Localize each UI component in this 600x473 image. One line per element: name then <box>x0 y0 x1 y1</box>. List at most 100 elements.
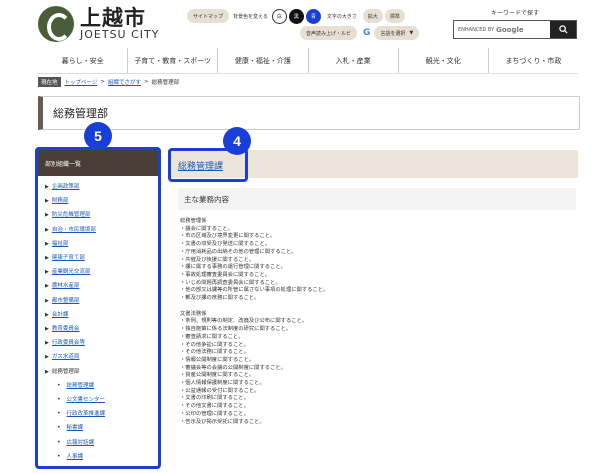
nav-item-bidding[interactable]: 入札・産業 <box>309 48 399 73</box>
sidebar-link[interactable]: 会計課 <box>52 308 69 322</box>
sidebar-item[interactable]: ▶ ガス水道局 <box>45 350 158 364</box>
triangle-right-icon: ▶ <box>45 283 49 290</box>
nav-item-childcare[interactable]: 子育て・教育・スポーツ <box>128 48 219 73</box>
bg-blue-button[interactable]: 青 <box>305 8 321 24</box>
duty-item: ・市の区域及び境界変更に関すること。 <box>180 233 276 240</box>
bullet-icon: • <box>57 396 61 404</box>
duty-item: ・条例、規則等の制定、改廃及び公布に関すること。 <box>180 318 308 325</box>
triangle-right-icon: ▶ <box>45 212 49 219</box>
breadcrumb-current: 総務管理部 <box>151 80 180 86</box>
sitemap-link[interactable]: サイトマップ <box>187 9 230 23</box>
nav-item-tourism[interactable]: 観光・文化 <box>399 48 489 73</box>
search-placeholder-brand: Google <box>496 25 524 34</box>
sidebar-subitem[interactable]: • 公文書センター <box>45 393 158 407</box>
sidebar-sublink[interactable]: 総務管理課 <box>67 379 95 393</box>
sidebar-link[interactable]: 福祉部 <box>52 237 69 251</box>
bullet-icon: • <box>57 381 61 389</box>
triangle-right-icon: ▶ <box>45 198 49 205</box>
global-nav: 暮らし・安全 子育て・教育・スポーツ 健康・福祉・介護 入札・産業 観光・文化 … <box>38 48 578 74</box>
breadcrumb-separator: > <box>144 79 149 85</box>
section-title-link[interactable]: 総務管理課 <box>178 159 223 172</box>
sidebar-link[interactable]: 教育委員会 <box>52 322 80 336</box>
sidebar-subitem[interactable]: • 広報対話課 <box>45 436 158 450</box>
bg-white-button[interactable]: 白 <box>271 8 287 24</box>
language-select[interactable]: 言語を選択 ▼ <box>374 26 420 40</box>
sidebar-subitem[interactable]: • 行政改革推進課 <box>45 407 158 421</box>
sidebar-item[interactable]: ▶ 自治・市民環境部 <box>45 223 158 237</box>
duty-group: 文書法務係 ・条例、規則等の制定、改廃及び公布に関すること。 ・独自施策に係る法制度… <box>180 311 578 427</box>
sidebar-item[interactable]: ▶ 会計課 <box>45 308 158 322</box>
font-larger-button[interactable]: 拡大 <box>362 9 383 23</box>
sidebar-item[interactable]: ▶ 福祉部 <box>45 237 158 251</box>
sidebar-link[interactable]: 防災危機管理部 <box>52 208 91 222</box>
search-button[interactable] <box>550 21 576 38</box>
nav-item-living[interactable]: 暮らし・安全 <box>38 48 129 73</box>
sidebar-link[interactable]: 農林水産部 <box>52 279 80 293</box>
font-standard-button[interactable]: 標準 <box>384 9 405 23</box>
sidebar-item[interactable]: ▶ 行政委員会等 <box>45 336 158 350</box>
sidebar-item[interactable]: ▶ 財務部 <box>45 194 158 208</box>
duties-heading: 主な業務内容 <box>178 188 576 210</box>
sidebar-link[interactable]: 企画政策部 <box>52 180 80 194</box>
triangle-right-icon: ▶ <box>45 184 49 190</box>
sidebar-heading: 部別組織一覧 <box>38 150 158 176</box>
site-logo[interactable]: 上越市 JOETSU CITY <box>38 6 159 42</box>
sidebar-subitem[interactable]: • 総務管理課 <box>45 379 158 393</box>
duty-item: ・独自施策に係る法制度の研究に関すること。 <box>180 326 292 333</box>
sidebar-current-label: 総務管理部 <box>51 368 80 375</box>
breadcrumb-here-label: 現在地 <box>38 77 61 87</box>
sidebar-sublink[interactable]: 人事課 <box>67 450 84 464</box>
utility-bar-2: 音声読み上げ・ルビ G 言語を選択 ▼ <box>300 25 420 41</box>
sidebar-sublink[interactable]: 行政改革推進課 <box>67 407 106 421</box>
bg-color-label: 背景色を変える <box>233 13 268 20</box>
sidebar-subitem[interactable]: • 秘書課 <box>45 421 158 435</box>
duty-group: 総務管理係 ・議会に関すること。 ・市の区域及び境界変更に関すること。 ・文書の収受及… <box>180 218 578 303</box>
annotation-badge-4: 4 <box>223 127 251 155</box>
triangle-right-icon: ▶ <box>45 297 49 304</box>
bg-black-button[interactable]: 黒 <box>288 8 304 24</box>
sidebar-link[interactable]: 都市整備部 <box>52 294 80 308</box>
duty-item: ・庁用消耗品の出納その他の管理に関すること。 <box>180 248 297 255</box>
sidebar-sublink[interactable]: 秘書課 <box>67 421 84 435</box>
sidebar-link[interactable]: 行政委員会等 <box>52 336 85 350</box>
sidebar-sublink[interactable]: 公文書センター <box>67 393 106 407</box>
duty-item: ・資産公開制度に関すること。 <box>180 372 255 379</box>
search-form: ENHANCED BY Google <box>453 20 577 39</box>
sidebar-item[interactable]: ▶ 教育委員会 <box>45 322 158 336</box>
sidebar-link[interactable]: 自治・市民環境部 <box>52 223 96 237</box>
triangle-right-icon: ▶ <box>45 368 49 375</box>
search-label: キーワードで探す <box>490 10 539 17</box>
google-icon: G <box>363 28 371 38</box>
duty-item: ・情報公開制度に関すること。 <box>180 356 255 363</box>
sidebar-link[interactable]: 産業観光交流部 <box>52 265 91 279</box>
nav-item-city[interactable]: まちづくり・市政 <box>489 48 578 73</box>
search-input[interactable]: ENHANCED BY Google <box>454 21 550 38</box>
sidebar-link[interactable]: 財務部 <box>52 194 69 208</box>
sidebar-item[interactable]: ▶ 防災危機管理部 <box>45 208 158 222</box>
triangle-right-icon: ▶ <box>45 340 49 347</box>
duty-item: ・その他法務に関すること。 <box>180 349 249 356</box>
sidebar-item[interactable]: ▶ 企画政策部 <box>45 180 158 194</box>
font-size-label: 文字の大きさ <box>326 13 357 20</box>
utility-bar: サイトマップ 背景色を変える 白 黒 青 文字の大きさ 拡大 標準 <box>187 7 405 25</box>
nav-item-health[interactable]: 健康・福祉・介護 <box>218 48 309 73</box>
sidebar-subitem[interactable]: • 人事課 <box>45 450 158 464</box>
sidebar-link[interactable]: ガス水道局 <box>52 350 80 364</box>
bullet-icon: • <box>57 424 61 432</box>
sidebar-item-current: ▶ 総務管理部 <box>45 365 158 379</box>
breadcrumb-link-top[interactable]: トップページ <box>65 78 98 86</box>
duty-item: ・文書の収受及び発送に関すること。 <box>180 241 271 248</box>
breadcrumb-separator: > <box>100 79 106 85</box>
page-title: 総務管理部 <box>38 96 580 130</box>
duty-item: ・課に属する事務の運行管理に関すること。 <box>180 264 286 271</box>
chevron-down-icon: ▼ <box>409 30 414 36</box>
sidebar-item[interactable]: ▶ 健康子育て部 <box>45 251 158 265</box>
sidebar-item[interactable]: ▶ 都市整備部 <box>45 294 158 308</box>
breadcrumb-link-organization[interactable]: 組織でさがす <box>108 78 141 86</box>
sidebar-item[interactable]: ▶ 農林水産部 <box>45 279 158 293</box>
sidebar-sublink[interactable]: 広報対話課 <box>67 436 95 450</box>
speech-ruby-button[interactable]: 音声読み上げ・ルビ <box>300 26 358 40</box>
search-placeholder-prefix: ENHANCED BY <box>458 26 495 33</box>
sidebar-item[interactable]: ▶ 産業観光交流部 <box>45 265 158 279</box>
sidebar-link[interactable]: 健康子育て部 <box>52 251 85 265</box>
